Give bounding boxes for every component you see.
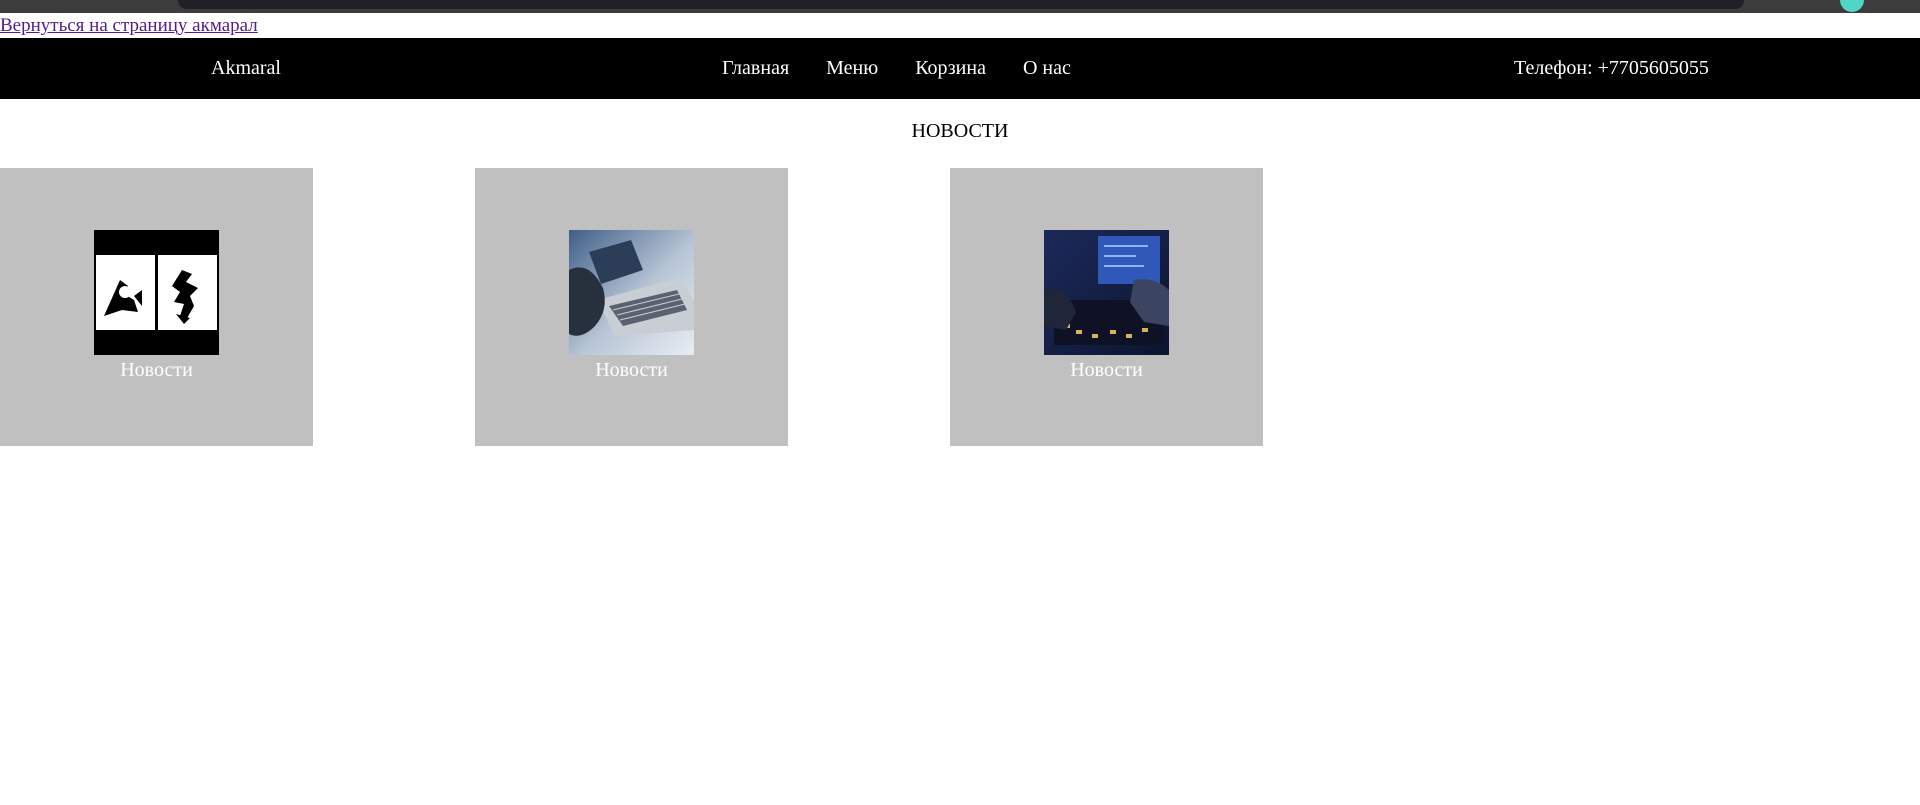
brand-name: Akmaral bbox=[211, 57, 281, 79]
news-caption[interactable]: Новости bbox=[475, 359, 788, 382]
phone-number: Телефон: +7705605055 bbox=[1514, 57, 1709, 79]
nav-item-menu[interactable]: Меню bbox=[826, 57, 878, 80]
nav-item-about[interactable]: О нас bbox=[1023, 57, 1071, 80]
news-thumbnail[interactable] bbox=[569, 230, 694, 355]
news-caption[interactable]: Новости bbox=[950, 359, 1263, 382]
news-card: Новости bbox=[0, 168, 313, 446]
navbar: Akmaral Главная Меню Корзина О нас Телеф… bbox=[0, 38, 1920, 99]
back-link[interactable]: Вернуться на страницу акмарал bbox=[0, 13, 258, 39]
news-card: Новости bbox=[950, 168, 1263, 446]
browser-address-bar[interactable] bbox=[178, 0, 1744, 9]
laptop-card-image bbox=[569, 230, 694, 355]
browser-chrome bbox=[0, 0, 1920, 13]
news-caption[interactable]: Новости bbox=[0, 359, 313, 382]
news-card: Новости bbox=[475, 168, 788, 446]
nav-item-home[interactable]: Главная bbox=[722, 57, 789, 80]
news-thumbnail[interactable] bbox=[94, 230, 219, 355]
abstract-glyphs-image bbox=[94, 230, 219, 355]
page-title: НОВОСТИ bbox=[911, 120, 1009, 142]
news-thumbnail[interactable] bbox=[1044, 230, 1169, 355]
nav-links: Главная Меню Корзина О нас bbox=[722, 38, 1071, 99]
hacker-keyboard-image bbox=[1044, 230, 1169, 355]
profile-icon[interactable] bbox=[1840, 0, 1864, 12]
nav-item-cart[interactable]: Корзина bbox=[915, 57, 986, 80]
